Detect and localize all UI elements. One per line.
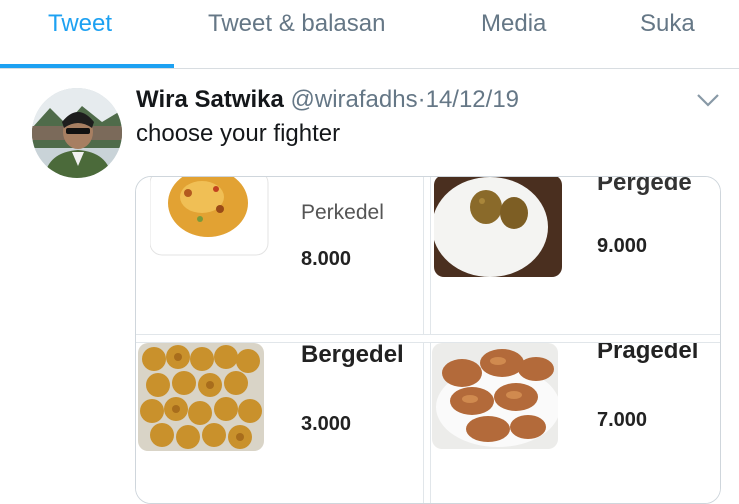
separator-dot: · bbox=[417, 86, 426, 113]
tab-tweet-balasan[interactable]: Tweet & balasan bbox=[208, 10, 385, 38]
pergede-photo bbox=[434, 177, 562, 277]
media-image-pragedel[interactable]: Pragedel 7.000 bbox=[431, 343, 720, 503]
tab-tweet[interactable]: Tweet bbox=[48, 10, 112, 38]
avatar[interactable] bbox=[32, 88, 122, 178]
pragedel-photo bbox=[432, 343, 558, 449]
item-price-2: 9.000 bbox=[597, 235, 648, 257]
item-name-1: Perkedel bbox=[301, 201, 384, 224]
bergedel-photo bbox=[138, 343, 264, 451]
chevron-down-icon[interactable] bbox=[696, 92, 720, 108]
media-grid[interactable]: Perkedel 8.000 Pergede 9.000 Bergedel 3.… bbox=[135, 176, 721, 504]
media-image-pergede[interactable]: Pergede 9.000 bbox=[431, 177, 720, 334]
media-image-perkedel[interactable]: Perkedel 8.000 bbox=[136, 177, 423, 334]
user-name[interactable]: Wira Satwika bbox=[136, 86, 284, 113]
tweet-header: Wira Satwika @wirafadhs·14/12/19 bbox=[136, 86, 519, 114]
active-tab-indicator bbox=[0, 64, 174, 68]
tweet-date[interactable]: 14/12/19 bbox=[426, 86, 519, 113]
grid-divider-horizontal bbox=[136, 334, 720, 343]
item-name-4: Pragedel bbox=[597, 343, 699, 364]
tab-suka[interactable]: Suka bbox=[640, 10, 695, 38]
item-price-1: 8.000 bbox=[301, 248, 352, 270]
media-image-bergedel[interactable]: Bergedel 3.000 bbox=[136, 343, 423, 503]
perkedel-photo bbox=[150, 177, 269, 256]
item-name-3: Bergedel bbox=[301, 343, 404, 368]
item-price-4: 7.000 bbox=[597, 409, 648, 431]
tab-media[interactable]: Media bbox=[481, 10, 546, 38]
item-name-2: Pergede bbox=[597, 177, 692, 196]
profile-tabs: Tweet Tweet & balasan Media Suka bbox=[0, 0, 739, 69]
item-price-3: 3.000 bbox=[301, 413, 352, 435]
user-handle[interactable]: @wirafadhs bbox=[291, 86, 418, 113]
tweet-text: choose your fighter bbox=[136, 120, 341, 147]
